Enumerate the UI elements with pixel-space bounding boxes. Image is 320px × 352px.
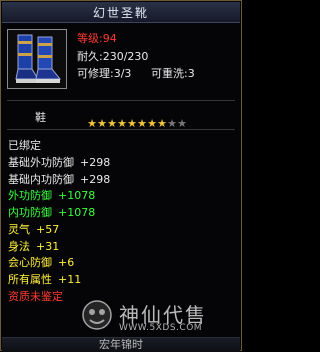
stat-row: 会心防御 +6 [8, 256, 74, 270]
stat-label: 基础内功防御 [8, 172, 74, 186]
divider [7, 100, 235, 101]
stat-value: +57 [36, 222, 60, 236]
item-level: 等级:94 [77, 32, 117, 45]
title-bar: 幻世圣靴 [2, 2, 240, 23]
divider [7, 129, 235, 130]
stat-value: +1078 [58, 189, 96, 203]
stat-label: 内功防御 [8, 206, 52, 220]
stat-row: 灵气 +57 [8, 223, 59, 237]
stat-label: 身法 [8, 239, 30, 253]
item-tooltip: 幻世圣靴 等级:94 耐久:230/230 可修理:3/3 可重洗:3 鞋 ★★… [0, 0, 242, 352]
watermark-logo [82, 300, 112, 330]
stat-value: +6 [58, 256, 75, 270]
stat-label: 会心防御 [8, 256, 52, 270]
quality-note: 资质未鉴定 [8, 290, 63, 303]
watermark-url: WWW.5XDS.COM [119, 323, 203, 333]
stat-value: +298 [80, 172, 111, 186]
item-name: 幻世圣靴 [92, 6, 149, 20]
bound-status: 已绑定 [8, 139, 41, 152]
stat-row: 外功防御 +1078 [8, 189, 95, 203]
star-rating: ★★★★★★★★★★ [87, 112, 187, 130]
stat-value: +31 [36, 239, 60, 253]
stat-value: +298 [80, 156, 111, 169]
stat-row: 基础外功防御 +298 [8, 156, 110, 170]
watermark: 神仙代售 WWW.5XDS.COM [81, 299, 239, 335]
stat-value: +1078 [58, 206, 96, 220]
stat-row: 内功防御 +1078 [8, 206, 95, 220]
stat-row: 所有属性 +11 [8, 273, 81, 287]
stat-row: 基础内功防御 +298 [8, 173, 110, 187]
stat-value: +11 [58, 272, 82, 286]
boots-icon [7, 29, 67, 89]
item-repairable: 可修理:3/3 [77, 67, 132, 80]
stat-label: 外功防御 [8, 189, 52, 203]
item-slot: 鞋 [35, 111, 46, 124]
stat-label: 基础外功防御 [8, 156, 74, 169]
item-durability: 耐久:230/230 [77, 50, 149, 63]
footer-text: 宏年锦时 [99, 338, 143, 351]
stat-label: 灵气 [8, 222, 30, 236]
stat-label: 所有属性 [8, 272, 52, 286]
footer-bar: 宏年锦时 [2, 337, 240, 352]
stat-row: 身法 +31 [8, 240, 59, 254]
item-rewash: 可重洗:3 [151, 67, 195, 80]
